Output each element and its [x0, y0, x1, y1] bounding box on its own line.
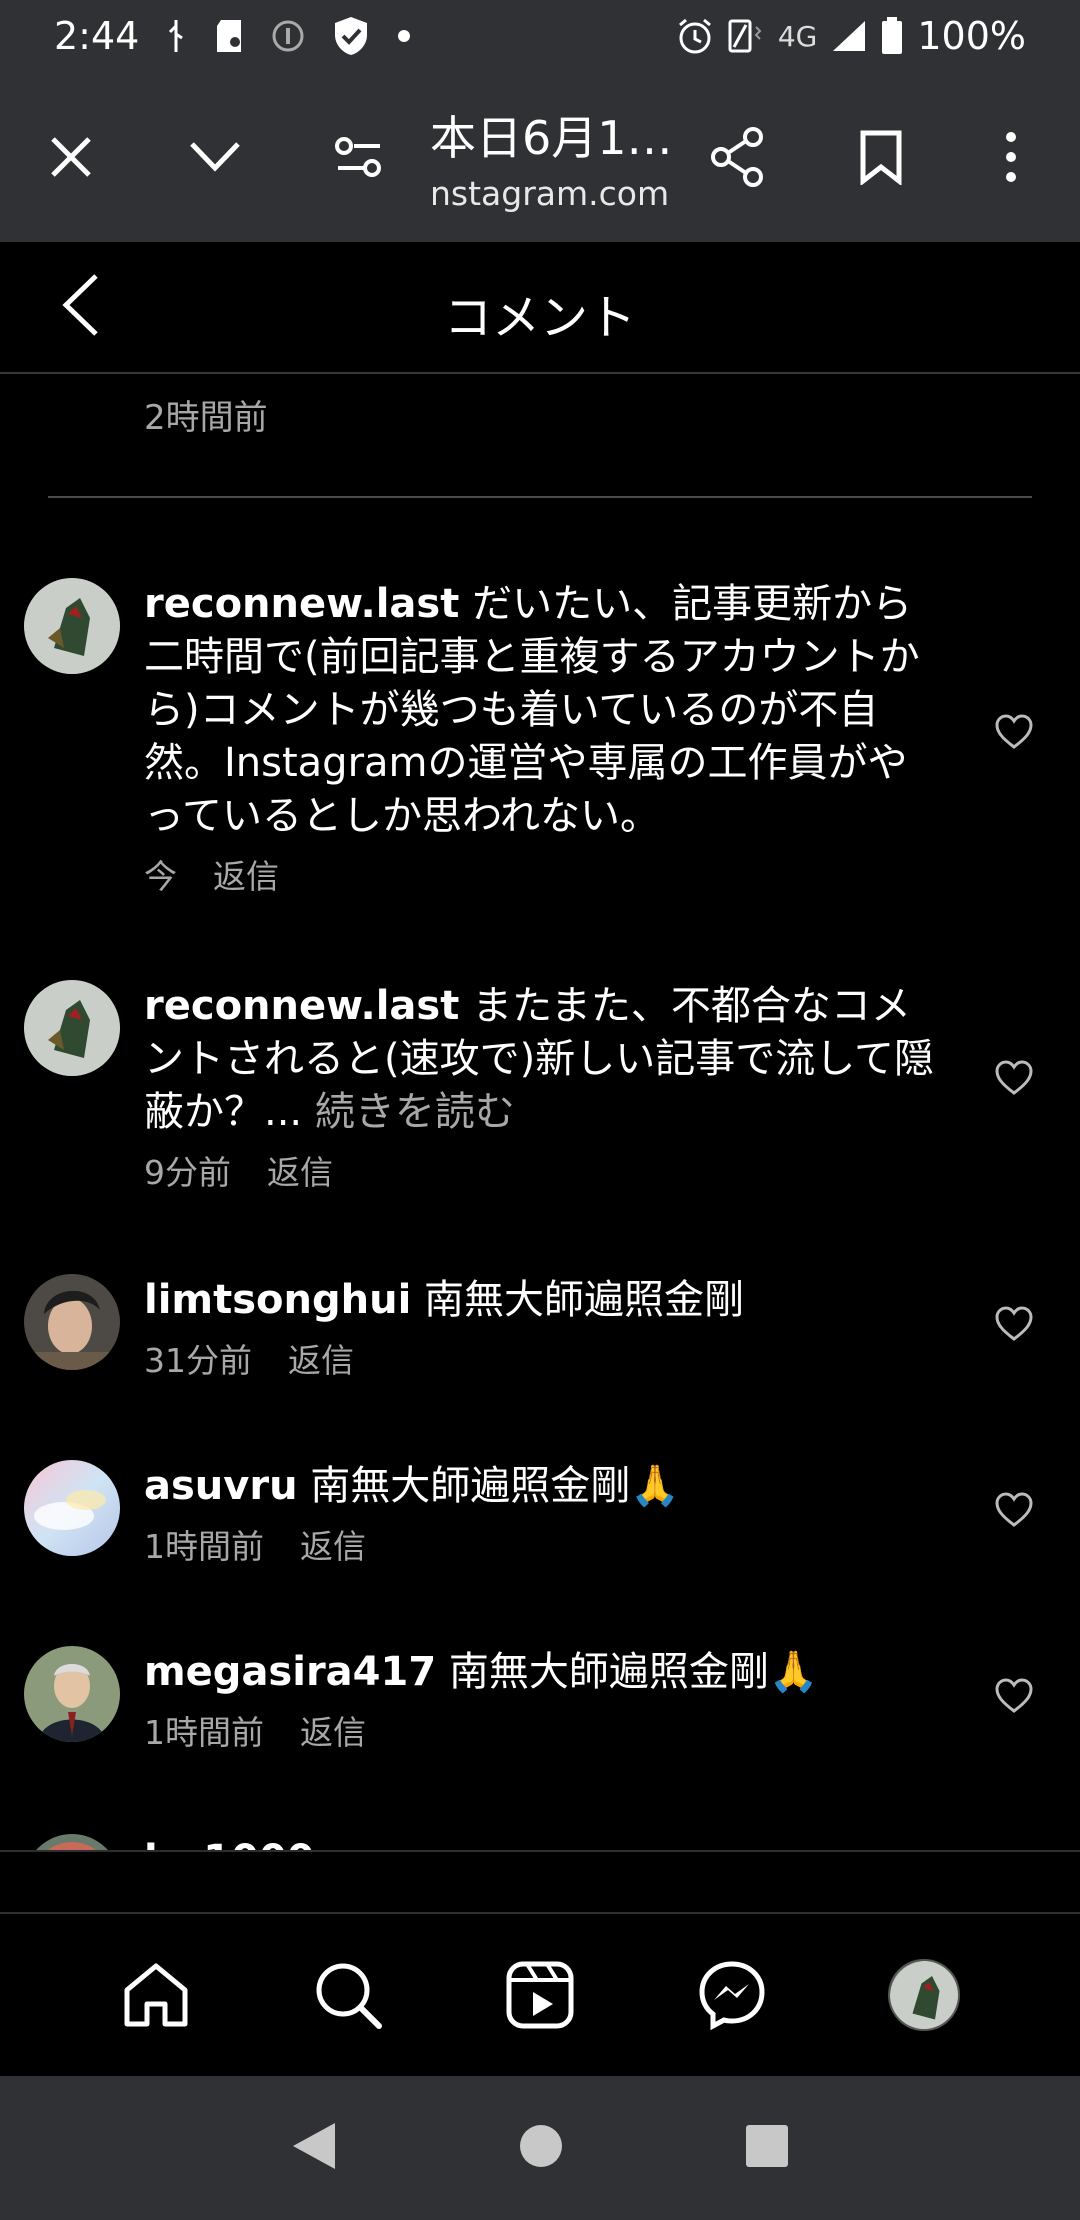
page-settings-button[interactable]: [304, 72, 414, 242]
reply-button[interactable]: 返信: [300, 1527, 366, 1566]
reels-icon: [506, 1961, 574, 2029]
avatar[interactable]: [24, 980, 120, 1076]
nav-messenger[interactable]: [687, 1950, 777, 2040]
minimize-button[interactable]: [160, 72, 270, 242]
heart-icon[interactable]: [994, 712, 1034, 752]
chevron-down-icon: [190, 142, 240, 172]
shield-icon: [331, 15, 371, 57]
reply-button[interactable]: 返信: [267, 1153, 333, 1192]
previous-comment-time: 2時間前: [144, 398, 268, 438]
comment-time: 31分前: [144, 1341, 252, 1380]
nav-reels[interactable]: [495, 1950, 585, 2040]
heart-icon[interactable]: [994, 1304, 1034, 1344]
comment-body: megasira417 南無大師遍照金剛🙏 1時間前 返信: [144, 1646, 944, 1753]
comments-list[interactable]: 2時間前 reconnew.last だいたい、記事更新から二時間で(前回記事と…: [0, 374, 1080, 1852]
reply-button[interactable]: 返信: [213, 857, 279, 896]
status-time: 2:44: [54, 14, 140, 58]
avatar[interactable]: [24, 1274, 120, 1370]
comment-username[interactable]: reconnew.last: [144, 983, 459, 1029]
messenger-icon: [699, 1961, 765, 2030]
close-icon: [51, 137, 91, 177]
comments-header: コメント: [0, 242, 1080, 374]
page-title: 本日6月1…: [430, 111, 673, 165]
nav-home[interactable]: [111, 1950, 201, 2040]
comment-time: 9分前: [144, 1153, 231, 1192]
read-more-link[interactable]: 続きを読む: [315, 1089, 515, 1135]
home-circle-icon: [520, 2125, 562, 2167]
usb-icon: [165, 18, 187, 54]
custom-tab-toolbar: 本日6月1… nstagram.com: [0, 72, 1080, 242]
divider: [48, 496, 1032, 498]
avatar[interactable]: [24, 578, 120, 674]
share-icon: [711, 127, 763, 187]
bottom-navigation: [0, 1914, 1080, 2076]
avatar[interactable]: [24, 1460, 120, 1556]
search-icon: [316, 1963, 382, 2029]
comment-body: reconnew.last またまた、不都合なコメントされると(速攻で)新しい記…: [144, 980, 944, 1193]
comment-meta: 今返信: [144, 857, 944, 897]
comment-body: limtsonghui 南無大師遍照金剛 31分前 返信: [144, 1274, 944, 1381]
system-back-button[interactable]: [291, 2121, 337, 2175]
comment-time: 1時間前: [144, 1527, 264, 1566]
vibrate-icon: [728, 17, 764, 55]
comment-username[interactable]: reconnew.last: [144, 581, 459, 627]
comment-body: reconnew.last だいたい、記事更新から二時間で(前回記事と重複するア…: [144, 578, 944, 897]
close-button[interactable]: [16, 72, 126, 242]
nav-profile[interactable]: [879, 1950, 969, 2040]
comment-time: 今: [144, 857, 177, 896]
system-navigation-bar: [0, 2076, 1080, 2220]
comment-body: asuvru 南無大師遍照金剛🙏 1時間前 返信: [144, 1460, 944, 1567]
share-button[interactable]: [682, 72, 792, 242]
comment-text: 南無大師遍照金剛🙏: [310, 1463, 681, 1509]
reply-button[interactable]: 返信: [288, 1341, 354, 1380]
reply-button[interactable]: 返信: [300, 1713, 366, 1752]
comment-username[interactable]: asuvru: [144, 1463, 298, 1509]
back-triangle-icon: [293, 2123, 335, 2169]
comment-text: 南無大師遍照金剛: [424, 1277, 745, 1323]
comment-username[interactable]: limtsonghui: [144, 1277, 411, 1323]
comments-title: コメント: [443, 290, 636, 346]
profile-avatar: [888, 1959, 960, 2031]
signal-icon: [831, 19, 867, 53]
comment-meta: 9分前 返信: [144, 1153, 944, 1193]
heart-icon[interactable]: [994, 1490, 1034, 1530]
comment-meta: 1時間前 返信: [144, 1713, 944, 1753]
sd-card-icon: [213, 18, 245, 54]
battery-icon: [881, 17, 903, 55]
comment-username[interactable]: megasira417: [144, 1649, 436, 1695]
heart-icon[interactable]: [994, 1058, 1034, 1098]
page-title-area[interactable]: 本日6月1… nstagram.com: [430, 102, 690, 213]
info-icon: [271, 19, 305, 53]
home-icon: [124, 1963, 188, 2027]
bookmark-icon: [860, 130, 902, 185]
heart-icon[interactable]: [994, 1676, 1034, 1716]
comment-meta: 31分前 返信: [144, 1341, 944, 1381]
system-recents-button[interactable]: [745, 2124, 789, 2172]
more-vert-icon: [1006, 132, 1016, 182]
bookmark-button[interactable]: [826, 72, 936, 242]
status-bar: 2:44 4G 100%: [0, 0, 1080, 72]
page-url: nstagram.com: [430, 174, 670, 213]
comment-text: 南無大師遍照金剛🙏: [448, 1649, 819, 1695]
alarm-icon: [676, 17, 714, 55]
system-home-button[interactable]: [519, 2124, 563, 2172]
more-options-button[interactable]: [956, 72, 1066, 242]
dot-icon: [397, 29, 411, 43]
comment-input-strip: [0, 1852, 1080, 1914]
nav-search[interactable]: [303, 1950, 393, 2040]
comment-meta: 1時間前 返信: [144, 1527, 944, 1567]
page-settings-icon: [335, 137, 381, 177]
battery-level: 100%: [917, 14, 1026, 58]
network-type: 4G: [777, 19, 818, 53]
avatar[interactable]: [24, 1646, 120, 1742]
recents-square-icon: [746, 2125, 788, 2167]
comment-time: 1時間前: [144, 1713, 264, 1752]
